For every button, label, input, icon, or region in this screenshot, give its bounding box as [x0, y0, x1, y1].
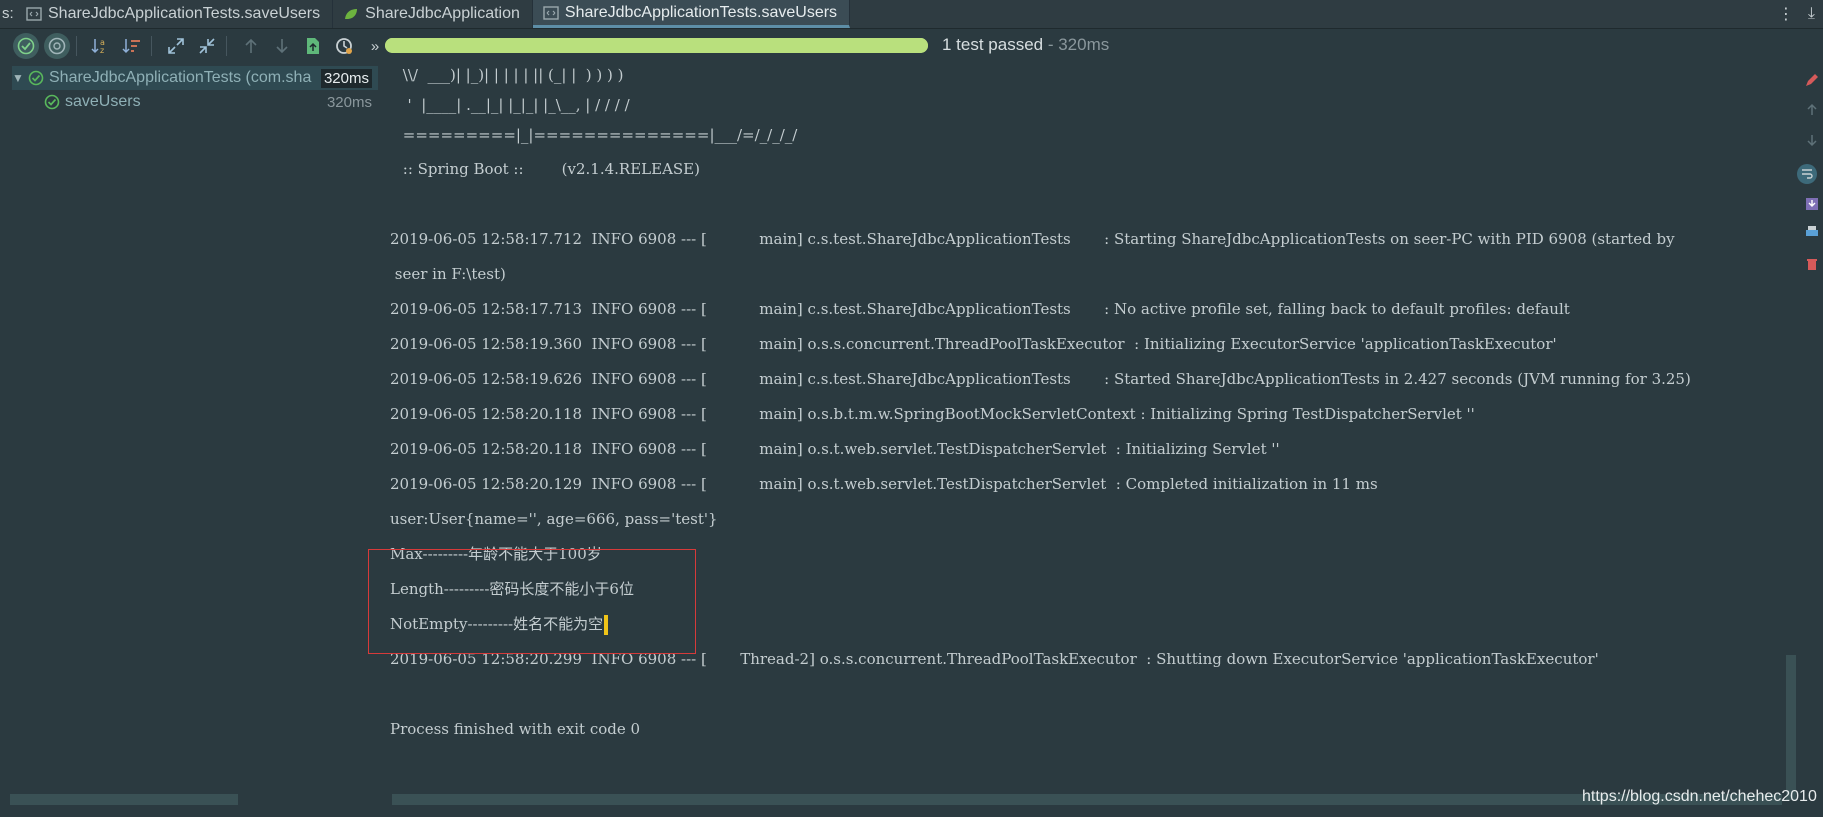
show-passed-button[interactable] — [13, 33, 39, 59]
tree-horizontal-scrollbar[interactable] — [10, 794, 238, 805]
tab-savetests-1[interactable]: ShareJdbcApplicationTests.saveUsers — [16, 0, 334, 28]
tab-label: ShareJdbcApplication — [365, 5, 520, 22]
console-horizontal-scrollbar[interactable] — [392, 794, 1782, 805]
previous-failed-button[interactable] — [238, 33, 264, 59]
history-icon — [336, 38, 352, 54]
console-line: 2019-06-05 12:58:20.118 INFO 6908 --- [ … — [390, 405, 1475, 423]
toolbar-separator — [226, 36, 227, 56]
console-line: seer in F:\test) — [390, 265, 506, 283]
test-file-icon — [26, 7, 42, 21]
next-failed-button[interactable] — [269, 33, 295, 59]
test-file-icon — [543, 5, 559, 20]
annotation-highlight-box — [368, 549, 696, 654]
tree-item-label: saveUsers — [65, 93, 141, 110]
sort-duration-button[interactable] — [119, 33, 145, 59]
progress-fill — [385, 38, 928, 53]
scroll-end-icon[interactable] — [1804, 196, 1820, 212]
sort-duration-icon — [122, 39, 140, 54]
tab-application[interactable]: ShareJdbcApplication — [333, 0, 533, 28]
tab-bar-actions: ⋮ ⤓ — [1778, 0, 1823, 28]
tree-item-time: 320ms — [326, 93, 372, 111]
test-tree — [0, 64, 378, 804]
console-line: \\/ ___)| |_)| | | | | || (_| | ) ) ) ) — [398, 66, 624, 84]
check-circle-icon — [44, 94, 60, 110]
check-circle-icon — [28, 70, 44, 86]
collapse-icon — [199, 38, 215, 54]
console-line-exit-code: Process finished with exit code 0 — [390, 720, 641, 738]
console-line: =========|_|==============|___/=/_/_/_/ — [398, 126, 798, 144]
download-icon[interactable]: ⤓ — [1808, 5, 1815, 23]
chevron-down-icon[interactable]: ▼ — [12, 71, 28, 85]
expand-icon — [168, 38, 184, 54]
kebab-menu-icon[interactable]: ⋮ — [1778, 4, 1794, 24]
next-icon — [276, 39, 288, 54]
test-history-button[interactable] — [331, 33, 357, 59]
status-text: 1 test passed — [942, 35, 1044, 54]
sort-alpha-icon: az — [91, 38, 105, 55]
spring-leaf-icon — [345, 9, 358, 19]
console-line: 2019-06-05 12:58:17.712 INFO 6908 --- [ … — [390, 230, 1675, 248]
tree-item-test-method[interactable]: saveUsers 320ms — [44, 90, 378, 114]
tab-prefix: s: — [2, 5, 14, 22]
prev-icon — [245, 38, 257, 53]
collapse-all-button[interactable] — [194, 33, 220, 59]
tree-item-test-class[interactable]: ▼ ShareJdbcApplicationTests (com.sha 320… — [12, 66, 378, 90]
down-icon[interactable] — [1804, 132, 1820, 148]
test-progress-bar — [385, 38, 928, 53]
wrap-icon[interactable] — [1797, 164, 1817, 184]
show-ignored-button[interactable] — [44, 33, 70, 59]
export-icon — [307, 38, 319, 54]
console-line: 2019-06-05 12:58:19.626 INFO 6908 --- [ … — [390, 370, 1691, 388]
console-output[interactable]: \\/ ___)| |_)| | | | | || (_| | ) ) ) ) … — [390, 64, 1780, 794]
watermark: https://blog.csdn.net/chehec2010 — [1582, 788, 1817, 805]
console-line: 2019-06-05 12:58:17.713 INFO 6908 --- [ … — [390, 300, 1570, 318]
test-status: 1 test passed - 320ms — [942, 35, 1109, 55]
tree-item-label: ShareJdbcApplicationTests (com.sha — [49, 69, 312, 86]
console-line: 2019-06-05 12:58:20.129 INFO 6908 --- [ … — [390, 475, 1378, 493]
editor-tab-bar: s: ShareJdbcApplicationTests.saveUsers S… — [0, 0, 1823, 29]
tab-label: ShareJdbcApplicationTests.saveUsers — [48, 5, 321, 22]
console-line: 2019-06-05 12:58:19.360 INFO 6908 --- [ … — [390, 335, 1557, 353]
up-icon[interactable] — [1804, 102, 1820, 118]
console-line: :: Spring Boot :: (v2.1.4.RELEASE) — [398, 160, 700, 178]
toolbar-separator — [151, 36, 152, 56]
toolbar-separator — [76, 36, 77, 56]
tree-item-time: 320ms — [320, 68, 372, 88]
print-icon[interactable] — [1804, 224, 1820, 240]
console-side-toolbar — [1797, 64, 1823, 804]
status-duration: - 320ms — [1043, 35, 1110, 54]
console-line: 2019-06-05 12:58:20.118 INFO 6908 --- [ … — [390, 440, 1280, 458]
ignored-icon — [48, 37, 66, 55]
svg-text:z: z — [100, 46, 104, 55]
more-icon: » — [370, 37, 380, 55]
console-vertical-scrollbar[interactable] — [1786, 655, 1796, 800]
export-results-button[interactable] — [300, 33, 326, 59]
trash-icon[interactable] — [1804, 256, 1820, 272]
pencil-icon[interactable] — [1804, 72, 1820, 88]
console-line: user:User{name='', age=666, pass='test'} — [390, 510, 718, 528]
tab-label: ShareJdbcApplicationTests.saveUsers — [564, 3, 838, 21]
expand-all-button[interactable] — [163, 33, 189, 59]
console-line: ' |____| .__|_| |_|_| |_\__, | / / / / — [398, 96, 630, 114]
sort-alpha-button[interactable]: az — [88, 33, 114, 59]
tab-savetests-2[interactable]: ShareJdbcApplicationTests.saveUsers — [532, 0, 851, 28]
check-circle-icon — [17, 37, 35, 55]
